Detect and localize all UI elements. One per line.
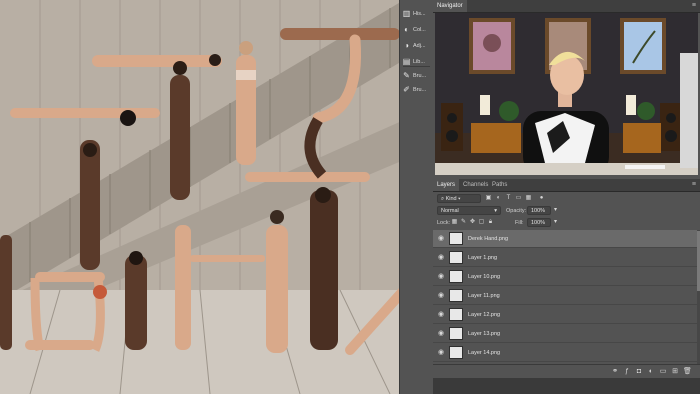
fill-label: Fill: — [515, 220, 524, 226]
navigator-tabbar: Navigator ≡ — [433, 0, 700, 13]
tab-paths[interactable]: Paths — [488, 179, 511, 191]
layer-thumbnail — [449, 346, 463, 359]
adjustments-icon: ◑ — [404, 41, 409, 50]
blend-mode-select[interactable]: Normal ▾ — [437, 206, 501, 215]
new-layer-icon[interactable]: ⊞ — [671, 368, 679, 376]
lock-pixels-icon[interactable]: ✎ — [460, 219, 467, 226]
canvas-photo — [0, 0, 404, 394]
layer-name[interactable]: Layer 1.png — [468, 249, 497, 267]
fx-icon[interactable]: ƒ — [623, 368, 631, 376]
layers-footer: ⚭ ƒ ◘ ◐ ▭ ⊞ 🗑︎ — [433, 364, 700, 379]
chevron-down-icon: ▾ — [494, 208, 497, 214]
layer-thumbnail — [449, 327, 463, 340]
layer-filter-row: ⌕ Kind ▾ ▣ ◐ T ▭ ▦ ● — [433, 193, 700, 205]
color-panel-button[interactable]: ◐ Col... — [402, 22, 432, 37]
lock-position-icon[interactable]: ✥ — [469, 219, 476, 226]
layer-row[interactable]: ◉ Layer 13.png — [433, 325, 697, 343]
lock-row: Lock: ▦ ✎ ✥ ▢ 🔒︎ Fill: 100% ▾ — [433, 217, 700, 229]
eye-icon[interactable]: ◉ — [437, 235, 445, 243]
layer-name[interactable]: Derek Hand.png — [468, 230, 508, 248]
eye-icon[interactable]: ◉ — [437, 292, 445, 300]
eye-icon[interactable]: ◉ — [437, 330, 445, 338]
layer-thumbnail — [449, 251, 463, 264]
layer-name[interactable]: Layer 14.png — [468, 344, 500, 362]
histogram-panel-button[interactable]: ▥ His... — [402, 6, 432, 21]
link-icon[interactable]: ⚭ — [611, 368, 619, 376]
layer-name[interactable]: Layer 11.png — [468, 287, 500, 305]
layer-thumbnail — [449, 270, 463, 283]
document-canvas[interactable] — [0, 0, 404, 394]
color-icon: ◐ — [404, 25, 409, 34]
tab-layers[interactable]: Layers — [433, 179, 460, 191]
filter-kind-select[interactable]: ⌕ Kind ▾ — [437, 194, 481, 203]
eye-icon[interactable]: ◉ — [437, 254, 445, 262]
adjustments-panel-button[interactable]: ◑ Adj... — [402, 38, 432, 53]
panel-label: Col... — [413, 26, 426, 33]
panel-label: Bru... — [413, 86, 427, 93]
panel-label: His... — [413, 10, 426, 17]
chevron-down-icon[interactable]: ▾ — [552, 219, 559, 226]
opacity-field[interactable]: 100% — [527, 206, 551, 215]
layer-row[interactable]: ◉ Layer 14.png — [433, 344, 697, 362]
eye-icon[interactable]: ◉ — [437, 349, 445, 357]
filter-adjustment-icon[interactable]: ◐ — [495, 195, 502, 202]
brush-settings-icon: ✐ — [403, 85, 410, 94]
layer-thumbnail — [449, 289, 463, 302]
layer-thumbnail — [449, 232, 463, 245]
layer-name[interactable]: Layer 10.png — [468, 268, 500, 286]
lock-label: Lock: — [437, 220, 451, 226]
eye-icon[interactable]: ◉ — [437, 273, 445, 281]
blend-row: Normal ▾ Opacity: 100% ▾ — [433, 205, 700, 217]
fill-field[interactable]: 100% — [527, 218, 551, 227]
bottom-strip — [433, 378, 700, 394]
panel-label: Adj... — [413, 42, 426, 49]
filter-toggle-icon[interactable]: ● — [538, 195, 545, 202]
brush-settings-panel-button[interactable]: ✐ Bru... — [402, 82, 432, 97]
blend-mode-value: Normal — [441, 208, 459, 214]
mask-icon[interactable]: ◘ — [635, 368, 643, 376]
layer-row[interactable]: ◉ Layer 11.png — [433, 287, 697, 305]
layers-list: ◉ Derek Hand.png ◉ Layer 1.png ◉ Layer 1… — [433, 230, 700, 364]
filter-smart-object-icon[interactable]: ▦ — [525, 195, 532, 202]
panel-label: Lib... — [413, 58, 425, 65]
trash-icon[interactable]: 🗑︎ — [683, 368, 692, 376]
layer-row[interactable]: ◉ Layer 12.png — [433, 306, 697, 324]
panel-menu-icon[interactable]: ≡ — [692, 179, 696, 191]
layer-row[interactable]: ◉ Layer 1.png — [433, 249, 697, 267]
filter-shape-icon[interactable]: ▭ — [515, 195, 522, 202]
divider — [403, 66, 430, 67]
layer-thumbnail — [449, 308, 463, 321]
layers-tabbar: Layers Channels Paths ≡ — [433, 179, 700, 192]
group-icon[interactable]: ▭ — [659, 368, 667, 376]
opacity-label: Opacity: — [506, 208, 527, 214]
histogram-icon: ▥ — [402, 9, 411, 18]
panel-menu-icon[interactable]: ≡ — [692, 0, 696, 12]
adjustment-layer-icon[interactable]: ◐ — [647, 368, 655, 376]
eye-icon[interactable]: ◉ — [437, 311, 445, 319]
lock-artboard-icon[interactable]: ▢ — [478, 219, 485, 226]
tab-navigator[interactable]: Navigator — [433, 0, 467, 12]
libraries-icon: ▤ — [402, 57, 411, 66]
panel-label: Bru... — [413, 72, 427, 79]
lock-transparency-icon[interactable]: ▦ — [451, 219, 458, 226]
lock-all-icon[interactable]: 🔒︎ — [487, 219, 494, 226]
layer-name[interactable]: Layer 13.png — [468, 325, 500, 343]
layer-name[interactable]: Layer 12.png — [468, 306, 500, 324]
collapsed-panels-dock: ▥ His... ◐ Col... ◑ Adj... ▤ Lib... ✎ Br… — [399, 0, 434, 394]
right-panels: Navigator ≡ Layers Channels Paths ≡ ⌕ Ki… — [433, 0, 700, 394]
layer-row[interactable]: ◉ Derek Hand.png — [433, 230, 697, 248]
layer-row[interactable]: ◉ Layer 10.png — [433, 268, 697, 286]
navigator-thumbnail — [435, 13, 698, 175]
filter-type-icon[interactable]: T — [505, 195, 512, 202]
chevron-down-icon[interactable]: ▾ — [552, 207, 559, 214]
navigator-preview[interactable] — [435, 13, 698, 175]
filter-pixel-icon[interactable]: ▣ — [485, 195, 492, 202]
brush-icon: ✎ — [403, 71, 410, 80]
brushes-panel-button[interactable]: ✎ Bru... — [402, 68, 432, 83]
filter-kind-value: Kind — [445, 196, 457, 202]
